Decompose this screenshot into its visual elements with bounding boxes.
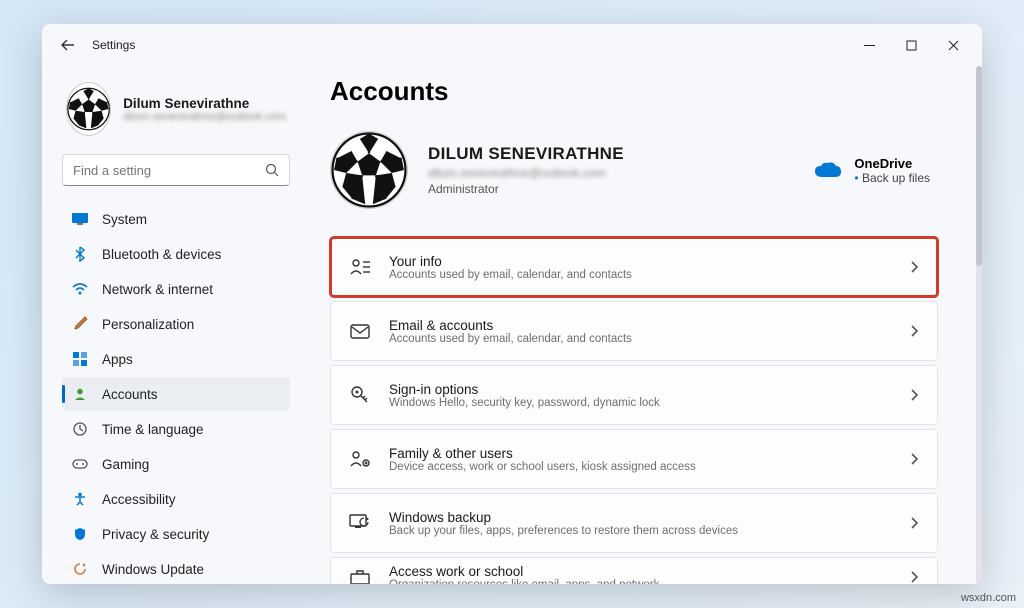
close-button[interactable] (932, 31, 974, 59)
soccer-ball-icon (331, 132, 407, 208)
maximize-button[interactable] (890, 31, 932, 59)
nav-label: Apps (102, 352, 133, 367)
card-signin-options[interactable]: Sign-in options Windows Hello, security … (330, 365, 938, 425)
watermark: wsxdn.com (961, 592, 1016, 604)
paintbrush-icon (72, 316, 88, 332)
search-icon (265, 163, 279, 177)
nav-gaming[interactable]: Gaming (62, 447, 290, 481)
avatar-big (330, 131, 408, 209)
gaming-icon (72, 456, 88, 472)
clock-icon (72, 421, 88, 437)
account-hero: DILUM SENEVIRATHNE dilum.senevirathne@ou… (330, 131, 938, 209)
card-family-users[interactable]: Family & other users Device access, work… (330, 429, 938, 489)
sidebar: Dilum Senevirathne dilum.senevirathne@ou… (42, 66, 300, 584)
nav-network[interactable]: Network & internet (62, 272, 290, 306)
nav-label: Accessibility (102, 492, 176, 507)
apps-icon (72, 351, 88, 367)
card-title: Family & other users (389, 446, 696, 461)
minimize-icon (864, 40, 875, 51)
chevron-right-icon (911, 389, 919, 401)
settings-cards: Your info Accounts used by email, calend… (330, 237, 938, 584)
bluetooth-icon (72, 246, 88, 262)
card-desc: Back up your files, apps, preferences to… (389, 525, 738, 537)
your-info-icon (349, 256, 371, 278)
nav-label: Accounts (102, 387, 158, 402)
onedrive-title: OneDrive (854, 156, 930, 171)
card-email-accounts[interactable]: Email & accounts Accounts used by email,… (330, 301, 938, 361)
chevron-right-icon (911, 571, 919, 583)
nav-label: System (102, 212, 147, 227)
briefcase-icon (349, 566, 371, 584)
maximize-icon (906, 40, 917, 51)
chevron-right-icon (911, 517, 919, 529)
back-arrow-icon (61, 38, 75, 52)
accounts-icon (72, 386, 88, 402)
family-icon (349, 448, 371, 470)
nav-label: Network & internet (102, 282, 213, 297)
close-icon (948, 40, 959, 51)
card-title: Windows backup (389, 510, 738, 525)
onedrive-icon (814, 161, 842, 179)
soccer-ball-icon (67, 83, 110, 135)
accessibility-icon (72, 491, 88, 507)
titlebar: Settings (42, 24, 982, 66)
card-title: Email & accounts (389, 318, 632, 333)
profile-name: Dilum Senevirathne (123, 96, 286, 111)
card-title: Your info (389, 254, 632, 269)
card-title: Sign-in options (389, 382, 660, 397)
card-work-school[interactable]: Access work or school Organization resou… (330, 557, 938, 584)
nav-system[interactable]: System (62, 202, 290, 236)
nav-privacy[interactable]: Privacy & security (62, 517, 290, 551)
nav-label: Gaming (102, 457, 149, 472)
onedrive-sub: Back up files (854, 171, 930, 185)
nav-label: Windows Update (102, 562, 204, 577)
scrollbar[interactable] (976, 66, 982, 584)
nav-personalization[interactable]: Personalization (62, 307, 290, 341)
main-panel: Accounts DILUM SENEVIRATHNE dilum.senevi… (300, 66, 968, 584)
card-desc: Windows Hello, security key, password, d… (389, 397, 660, 409)
system-icon (72, 211, 88, 227)
nav-bluetooth[interactable]: Bluetooth & devices (62, 237, 290, 271)
nav: System Bluetooth & devices Network & int… (62, 202, 290, 584)
update-icon (72, 561, 88, 577)
nav-update[interactable]: Windows Update (62, 552, 290, 584)
minimize-button[interactable] (848, 31, 890, 59)
nav-time[interactable]: Time & language (62, 412, 290, 446)
card-desc: Device access, work or school users, kio… (389, 461, 696, 473)
nav-apps[interactable]: Apps (62, 342, 290, 376)
nav-label: Privacy & security (102, 527, 209, 542)
page-title: Accounts (330, 76, 938, 107)
chevron-right-icon (911, 261, 919, 273)
backup-icon (349, 512, 371, 534)
settings-window: Settings Dilum Senevirathne dilum.senevi… (42, 24, 982, 584)
hero-email: dilum.senevirathne@outlook.com (428, 166, 624, 180)
back-button[interactable] (56, 33, 80, 57)
card-desc: Accounts used by email, calendar, and co… (389, 333, 632, 345)
window-title: Settings (92, 38, 135, 52)
nav-label: Bluetooth & devices (102, 247, 221, 262)
hero-name: DILUM SENEVIRATHNE (428, 144, 624, 164)
nav-accounts[interactable]: Accounts (62, 377, 290, 411)
search-box[interactable] (62, 154, 290, 186)
chevron-right-icon (911, 453, 919, 465)
shield-icon (72, 526, 88, 542)
card-title: Access work or school (389, 564, 659, 579)
hero-role: Administrator (428, 182, 624, 196)
card-desc: Accounts used by email, calendar, and co… (389, 269, 632, 281)
search-input[interactable] (73, 163, 265, 178)
card-desc: Organization resources like email, apps,… (389, 579, 659, 585)
nav-label: Time & language (102, 422, 204, 437)
avatar-small (66, 82, 111, 136)
key-icon (349, 384, 371, 406)
wifi-icon (72, 281, 88, 297)
profile-small[interactable]: Dilum Senevirathne dilum.senevirathne@ou… (62, 66, 290, 154)
profile-email: dilum.senevirathne@outlook.com (123, 111, 286, 123)
nav-label: Personalization (102, 317, 194, 332)
card-your-info[interactable]: Your info Accounts used by email, calend… (330, 237, 938, 297)
email-icon (349, 320, 371, 342)
nav-accessibility[interactable]: Accessibility (62, 482, 290, 516)
onedrive-tile[interactable]: OneDrive Back up files (814, 156, 938, 185)
chevron-right-icon (911, 325, 919, 337)
card-windows-backup[interactable]: Windows backup Back up your files, apps,… (330, 493, 938, 553)
